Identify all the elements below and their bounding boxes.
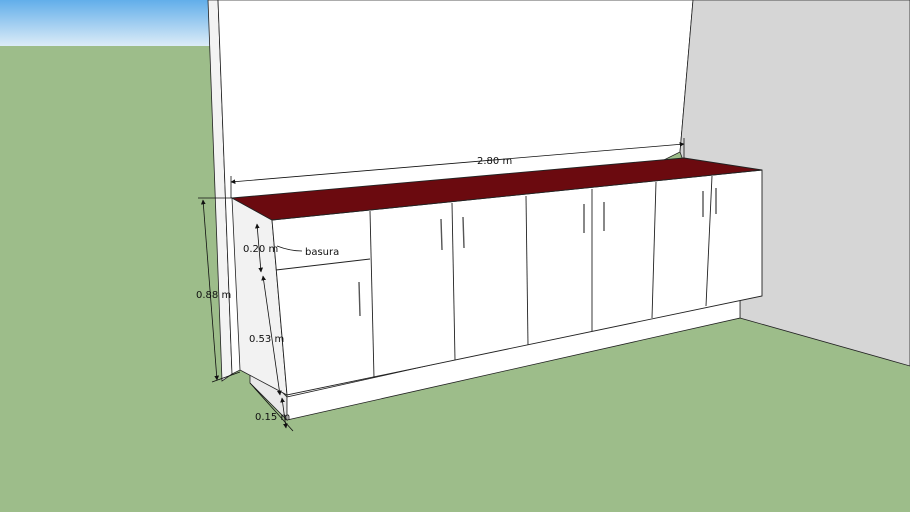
plinth-dimension-label: 0.15 m xyxy=(255,412,290,423)
door-handle-1 xyxy=(440,218,443,251)
width-dimension-label: 2.80 m xyxy=(477,156,512,167)
3d-viewport[interactable]: 2.80 m 0.88 m 0.20 m basura 0.53 m 0.15 … xyxy=(0,0,910,512)
model-scene[interactable]: 2.80 m 0.88 m 0.20 m basura 0.53 m 0.15 … xyxy=(0,0,910,512)
door-handle-2 xyxy=(462,216,465,249)
height-dimension-label: 0.88 m xyxy=(196,290,231,301)
drawer-note-label: basura xyxy=(305,247,339,258)
door-dimension-label: 0.53 m xyxy=(249,334,284,345)
drawer-dimension-label: 0.20 m xyxy=(243,244,278,255)
drawer-handle xyxy=(358,281,361,317)
